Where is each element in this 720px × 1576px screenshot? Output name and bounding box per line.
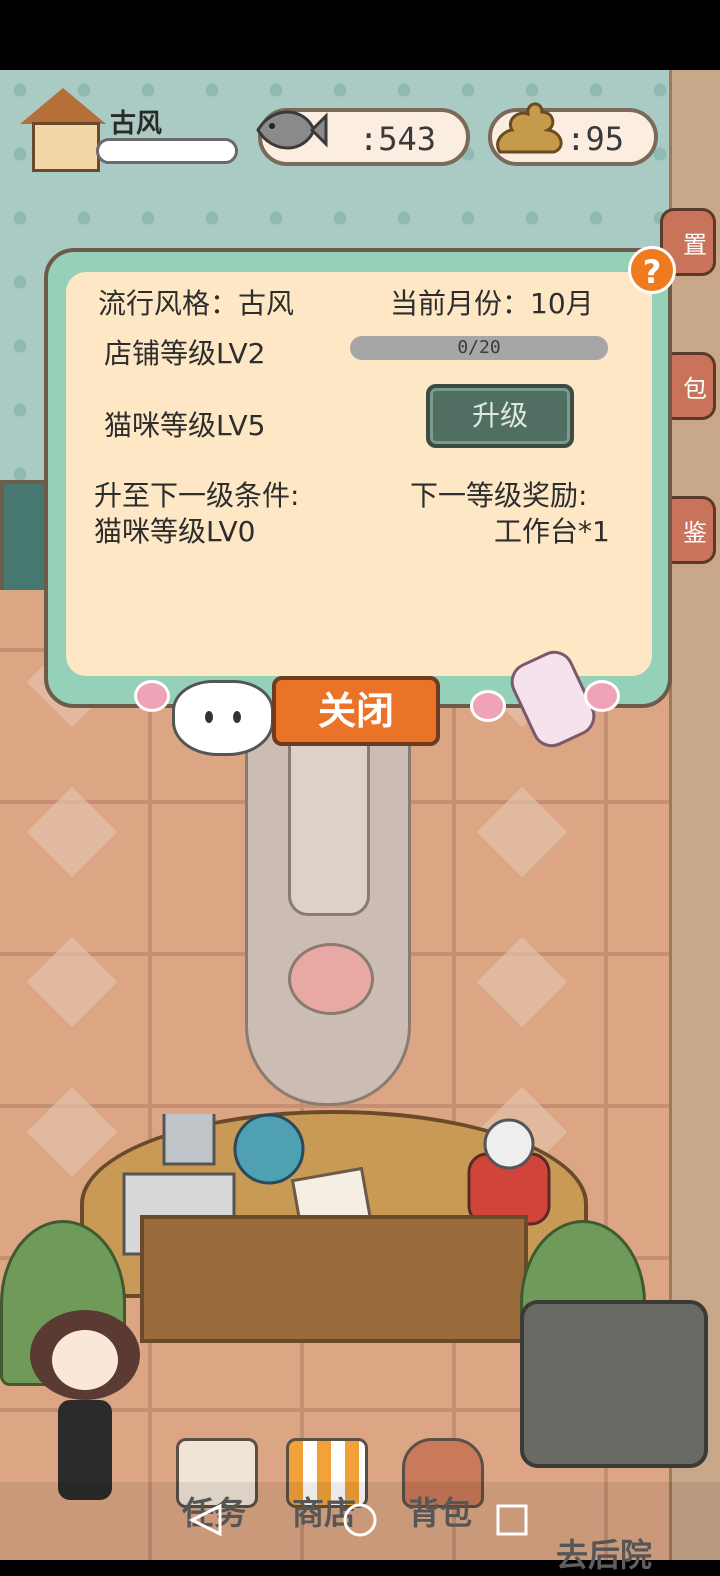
poop-icon <box>496 102 563 154</box>
fish-count: :543 <box>358 120 436 158</box>
shop-level-progress-bar: 0/20 <box>350 336 608 360</box>
paw-print-icon <box>470 690 506 722</box>
next-level-condition-title: 升至下一级条件: <box>94 479 300 512</box>
level-progress-bar <box>96 138 238 164</box>
catalog-label: 鉴 <box>683 519 707 547</box>
bag-label: 包 <box>683 375 707 403</box>
paw-print-icon <box>584 680 620 712</box>
back-icon[interactable] <box>186 1502 226 1538</box>
house-icon[interactable] <box>20 88 106 172</box>
poop-count: :95 <box>566 120 624 158</box>
white-cat-icon <box>172 680 274 756</box>
paw-pad <box>288 943 374 1015</box>
settings-label: 置 <box>683 231 707 259</box>
recent-apps-icon[interactable] <box>494 1502 530 1538</box>
current-month-label: 当前月份：10月 <box>390 287 594 320</box>
paw-print-icon <box>134 680 170 712</box>
player-name: 古风 <box>110 109 163 139</box>
cat-level-label: 猫咪等级LV5 <box>104 409 266 442</box>
fish-icon <box>256 110 328 150</box>
popular-style-label: 流行风格：古风 <box>98 287 295 320</box>
next-level-condition-value: 猫咪等级LV0 <box>94 515 256 548</box>
shop-level-label: 店铺等级LV2 <box>104 337 266 370</box>
next-level-reward-value: 工作台*1 <box>494 515 610 548</box>
help-button[interactable]: ? <box>628 246 676 294</box>
upgrade-button[interactable]: 升级 <box>426 384 574 448</box>
status-bar <box>0 0 720 70</box>
close-button[interactable]: 关闭 <box>272 676 440 746</box>
next-level-reward-title: 下一等级奖励: <box>410 479 588 512</box>
home-icon[interactable] <box>340 1500 380 1540</box>
backyard-house-icon[interactable] <box>520 1300 708 1468</box>
desk-front <box>140 1215 528 1343</box>
shop-progress-text: 0/20 <box>457 337 501 358</box>
